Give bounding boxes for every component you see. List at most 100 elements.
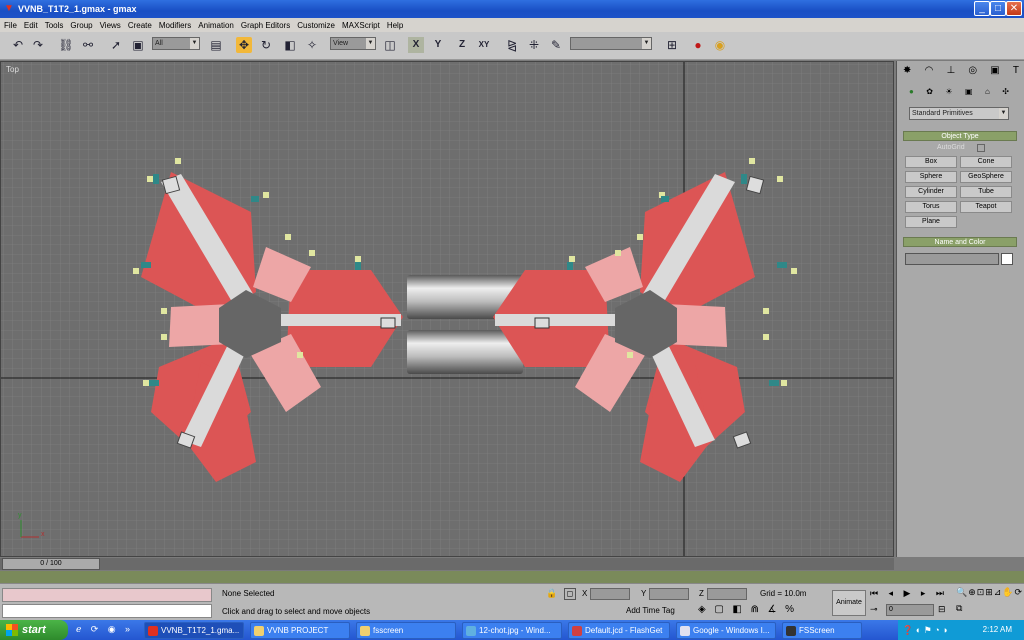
refresh-icon[interactable]: ⟳: [91, 624, 99, 636]
play-icon[interactable]: ▶: [904, 588, 911, 600]
x-coordinate-field[interactable]: [590, 588, 630, 600]
next-frame-icon[interactable]: ▸: [921, 588, 926, 600]
menu-modifiers[interactable]: Modifiers: [159, 21, 191, 30]
region-select-icon[interactable]: ▣: [130, 37, 146, 53]
mirror-icon[interactable]: ⧎: [504, 37, 520, 53]
rotate-icon[interactable]: ↻: [258, 37, 274, 53]
link-icon[interactable]: ⛓: [58, 37, 74, 53]
menu-views[interactable]: Views: [100, 21, 121, 30]
axis-xy-icon[interactable]: XY: [476, 37, 492, 53]
pivot-icon[interactable]: ✧: [304, 37, 320, 53]
pan-icon[interactable]: ✋: [1002, 587, 1013, 603]
taskbar-item-flashget[interactable]: Default.jcd - FlashGet: [568, 622, 670, 639]
minimize-button[interactable]: _: [974, 1, 990, 16]
display-tab-icon[interactable]: ▣: [990, 65, 999, 79]
reference-coord-dropdown[interactable]: View ▼: [330, 37, 376, 50]
redo-icon[interactable]: ↷: [30, 37, 46, 53]
object-color-swatch[interactable]: [1001, 253, 1013, 265]
cube2-icon[interactable]: ◧: [732, 604, 741, 618]
menu-file[interactable]: File: [4, 21, 17, 30]
z-coordinate-field[interactable]: [707, 588, 747, 600]
maximize-viewport-icon[interactable]: ⧉: [956, 603, 962, 619]
y-coordinate-field[interactable]: [649, 588, 689, 600]
key-mode-icon[interactable]: ⊸: [870, 604, 878, 615]
taskbar-item-gmax[interactable]: VVNB_T1T2_1.gma...: [144, 622, 244, 639]
magnet-icon[interactable]: ⋒: [750, 604, 758, 618]
timeline-track[interactable]: [0, 558, 894, 570]
menu-maxscript[interactable]: MAXScript: [342, 21, 380, 30]
menu-tools[interactable]: Tools: [45, 21, 64, 30]
torus-button[interactable]: Torus: [905, 201, 957, 213]
pivot-center-icon[interactable]: ◫: [382, 37, 398, 53]
zoom-extents-icon[interactable]: ⊡: [977, 587, 985, 603]
hierarchy-tab-icon[interactable]: ⊥: [946, 65, 955, 79]
space-warps-icon[interactable]: ✣: [1002, 87, 1009, 99]
tube-button[interactable]: Tube: [960, 186, 1012, 198]
menu-group[interactable]: Group: [70, 21, 92, 30]
cube-icon[interactable]: ◈: [698, 604, 706, 618]
axis-y-icon[interactable]: Y: [430, 37, 446, 53]
autogrid-checkbox[interactable]: [977, 144, 985, 152]
align-icon[interactable]: ⊞: [664, 37, 680, 53]
animate-button[interactable]: Animate: [832, 590, 866, 616]
percent-snap-icon[interactable]: %: [785, 604, 794, 618]
taskbar-item-fsscreen-folder[interactable]: fsscreen: [356, 622, 456, 639]
taskbar-item-fsscreen[interactable]: FSScreen: [782, 622, 862, 639]
arc-rotate-icon[interactable]: ⟳: [1014, 587, 1022, 603]
modify-tab-icon[interactable]: ◠: [925, 65, 934, 79]
menu-graph-editors[interactable]: Graph Editors: [241, 21, 290, 30]
object-type-rollout[interactable]: Object Type: [903, 131, 1017, 141]
move-icon[interactable]: ✥: [236, 37, 252, 53]
maxscript-listener-pink[interactable]: [2, 588, 212, 602]
maximize-button[interactable]: □: [990, 1, 1006, 16]
zoom-icon[interactable]: 🔍: [956, 587, 967, 603]
select-arrow-icon[interactable]: ➚: [108, 37, 124, 53]
cone-button[interactable]: Cone: [960, 156, 1012, 168]
teapot-button[interactable]: Teapot: [960, 201, 1012, 213]
lock-icon[interactable]: 🔒: [546, 588, 557, 599]
cylinder-button[interactable]: Cylinder: [905, 186, 957, 198]
time-config-icon[interactable]: ⊟: [938, 604, 946, 615]
time-slider[interactable]: 0 / 100: [2, 558, 100, 570]
motion-tab-icon[interactable]: ◎: [968, 65, 977, 79]
zoom-extents-all-icon[interactable]: ⊞: [985, 587, 993, 603]
expand-icon[interactable]: »: [125, 624, 130, 636]
angle-snap-icon[interactable]: ∡: [768, 604, 777, 618]
material-editor-icon[interactable]: ●: [690, 37, 706, 53]
fov-icon[interactable]: ⊿: [994, 587, 1002, 603]
shapes-icon[interactable]: ✿: [926, 87, 933, 99]
sphere-button[interactable]: Sphere: [905, 171, 957, 183]
current-frame-field[interactable]: 0: [886, 604, 934, 616]
helpers-icon[interactable]: ⌂: [985, 87, 990, 99]
menu-customize[interactable]: Customize: [297, 21, 335, 30]
goto-start-icon[interactable]: ⏮: [870, 588, 878, 600]
scale-icon[interactable]: ◧: [282, 37, 298, 53]
cameras-icon[interactable]: ▣: [965, 87, 973, 99]
select-by-name-icon[interactable]: ▤: [208, 37, 224, 53]
undo-icon[interactable]: ↶: [10, 37, 26, 53]
utilities-tab-icon[interactable]: T: [1013, 65, 1019, 79]
start-button[interactable]: start: [0, 620, 68, 640]
goto-end-icon[interactable]: ⏭: [936, 588, 944, 600]
plane-button[interactable]: Plane: [905, 216, 957, 228]
menu-help[interactable]: Help: [387, 21, 403, 30]
menu-create[interactable]: Create: [128, 21, 152, 30]
box-button[interactable]: Box: [905, 156, 957, 168]
top-viewport[interactable]: Top x y: [0, 61, 894, 557]
unlink-icon[interactable]: ⚯: [80, 37, 96, 53]
taskbar-item-vvnb-project[interactable]: VVNB PROJECT: [250, 622, 350, 639]
zoom-all-icon[interactable]: ⊕: [968, 587, 976, 603]
viewport-label[interactable]: Top: [6, 65, 19, 74]
ie-icon[interactable]: ℯ: [76, 624, 81, 636]
frame-ruler[interactable]: [0, 571, 1024, 583]
geometry-icon[interactable]: ●: [909, 87, 914, 99]
axis-x-icon[interactable]: X: [408, 37, 424, 53]
media-icon[interactable]: ◉: [108, 624, 116, 636]
menu-edit[interactable]: Edit: [24, 21, 38, 30]
category-dropdown[interactable]: Standard Primitives ▼: [909, 107, 1009, 120]
axis-z-icon[interactable]: Z: [454, 37, 470, 53]
close-button[interactable]: ✕: [1006, 1, 1022, 16]
geosphere-button[interactable]: GeoSphere: [960, 171, 1012, 183]
render-icon[interactable]: ◉: [712, 37, 728, 53]
transform-mode-icon[interactable]: ◻: [564, 588, 576, 600]
